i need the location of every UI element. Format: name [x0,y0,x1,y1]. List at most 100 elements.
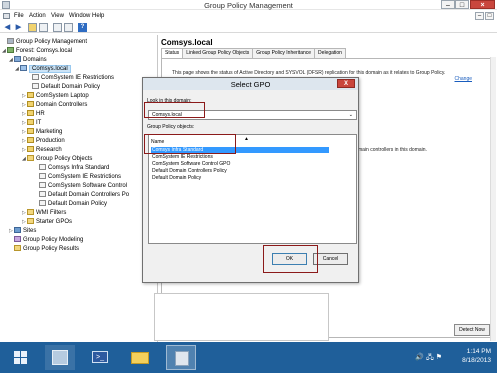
detect-now-button[interactable]: Detect Now [454,324,490,336]
chevron-down-icon: ⌄ [348,112,353,118]
server-manager-taskbar-button[interactable] [45,345,75,370]
tab-gp-inheritance[interactable]: Group Policy Inheritance [252,48,316,58]
folder-icon [27,209,34,215]
forest-icon [7,47,14,53]
minimize-button[interactable]: – [441,0,455,9]
system-tray-icons[interactable]: 🔊 🖧 ⚑ [415,353,442,364]
menu-window[interactable]: Window [69,13,90,19]
tree-item-label: Marketing [36,129,63,135]
tab-linked-gpos[interactable]: Linked Group Policy Objects [182,48,254,58]
title-bar: Group Policy Management – □ × [0,0,497,10]
maximize-button[interactable]: □ [455,0,469,9]
forward-arrow-icon[interactable]: ▶ [14,23,23,32]
powershell-taskbar-button[interactable]: >_ [85,345,115,370]
gpo-list-item[interactable]: Default Domain Controllers Policy [151,168,329,174]
tree-item-label: Starter GPOs [36,219,73,225]
menu-view[interactable]: View [51,13,64,19]
menu-action[interactable]: Action [29,13,46,19]
tree-item-label: Domain Controllers [36,102,88,108]
console-tree: Group Policy Management ◢ Forest: Comsys.… [0,35,158,342]
tree-item-gpm[interactable]: Group Policy Management [2,38,87,47]
vertical-scrollbar[interactable] [490,57,496,341]
tree-item-link-ie-restrictions[interactable]: ComSystem IE Restrictions [27,74,114,83]
tree-item-ou-marketing[interactable]: ▷ Marketing [22,128,62,137]
tree-item-ou-comsystem-laptop[interactable]: ▷ ComSystem Laptop [22,92,89,101]
tree-item-label: Default Domain Controllers Po [48,192,130,198]
tree-item-gpo-software-control[interactable]: ComSystem Software Control [34,182,127,191]
close-button[interactable]: × [470,0,495,9]
tree-item-label: Comsys.local [29,65,71,73]
menu-file[interactable]: File [14,13,24,19]
tree-item-label: Comsys Infra Standard [48,165,110,171]
menu-help[interactable]: Help [92,13,104,19]
tree-item-forest[interactable]: ◢ Forest: Comsys.local [2,47,72,56]
cancel-button[interactable]: Cancel [313,253,348,265]
help-icon[interactable]: ? [78,23,87,32]
tree-item-gp-modeling[interactable]: Group Policy Modeling [9,236,83,245]
dialog-close-button[interactable]: X [337,79,355,88]
tree-item-gpo-default-domain-policy[interactable]: Default Domain Policy [34,200,107,209]
mdi-minimize-button[interactable]: – [475,12,484,20]
window-title: Group Policy Management [204,1,293,10]
tree-item-gpo-default-dc-policy[interactable]: Default Domain Controllers Po [34,191,129,200]
tree-item-gp-results[interactable]: Group Policy Results [9,245,79,254]
gpm-icon [7,38,14,44]
change-link[interactable]: Change [454,76,472,82]
show-hide-tree-icon[interactable] [39,23,48,32]
modeling-icon [14,236,21,242]
folder-icon [131,352,149,364]
refresh-icon[interactable] [53,23,62,32]
menu-bar: File Action View Window Help – □ [0,11,497,21]
tree-item-gpo-ie-restrictions[interactable]: ComSystem IE Restrictions [34,173,121,182]
tree-item-ou-it[interactable]: ▷ IT [22,119,41,128]
tree-item-label: ComSystem IE Restrictions [41,75,115,81]
tab-status[interactable]: Status [161,48,184,58]
domain-controllers-text: main controllers in this domain. [358,147,427,153]
gpo-list-item[interactable]: Default Domain Policy [151,175,329,181]
folder-icon [27,155,34,161]
tree-item-domains[interactable]: ◢ Domains [9,56,47,65]
tree-item-link-default-domain-policy[interactable]: Default Domain Policy [27,83,100,92]
tree-item-wmi-filters[interactable]: ▷ WMI Filters [22,209,66,218]
tree-item-label: ComSystem Software Control [48,183,128,189]
back-arrow-icon[interactable]: ◀ [3,23,12,32]
tree-item-label: Sites [23,228,37,234]
gpo-icon [39,182,46,188]
start-button[interactable] [6,345,36,370]
taskbar-clock[interactable]: 1:14 PM 8/18/2013 [462,347,491,365]
toolbar: ◀ ▶ ? [0,22,497,33]
tree-item-sites[interactable]: ▷ Sites [9,227,36,236]
powershell-icon: >_ [92,351,108,363]
tree-item-label: Default Domain Policy [41,84,101,90]
tree-item-ou-production[interactable]: ▷ Production [22,137,65,146]
tree-item-label: WMI Filters [36,210,67,216]
gpo-link-icon [32,83,39,89]
tree-item-ou-domain-controllers[interactable]: ▷ Domain Controllers [22,101,87,110]
tree-item-starter-gpos[interactable]: ▷ Starter GPOs [22,218,72,227]
tree-item-comsys-local[interactable]: ◢ Comsys.local [15,65,71,74]
tree-item-label: ComSystem IE Restrictions [48,174,122,180]
dialog-title: Select GPO [230,80,271,89]
export-icon[interactable] [64,23,73,32]
tree-item-gpo-comsys-infra-standard[interactable]: Comsys Infra Standard [34,164,109,173]
gpo-icon [39,191,46,197]
mmc-menu-icon[interactable] [3,13,10,19]
tree-item-ou-research[interactable]: ▷ Research [22,146,62,155]
domains-icon [14,56,21,62]
clock-date: 8/18/2013 [462,357,491,364]
tree-item-label: Group Policy Results [23,246,80,252]
gpm-taskbar-button[interactable] [166,345,196,370]
tab-strip: Status Linked Group Policy Objects Group P… [161,48,346,58]
tree-item-group-policy-objects[interactable]: ◢ Group Policy Objects [22,155,92,164]
tree-item-ou-hr[interactable]: ▷ HR [22,110,45,119]
file-explorer-taskbar-button[interactable] [125,345,155,370]
domain-heading: Comsys.local [161,38,213,47]
tab-delegation[interactable]: Delegation [314,48,346,58]
up-folder-icon[interactable] [28,23,37,32]
mdi-restore-button[interactable]: □ [485,12,494,20]
gpo-list-item[interactable]: ComSystem Software Control GPO [151,161,329,167]
clock-time: 1:14 PM [466,348,491,355]
tree-item-label: Group Policy Modeling [23,237,84,243]
mdi-controls: – □ [474,12,494,20]
gpo-list-item[interactable]: ComSystem IE Restrictions [151,154,329,160]
